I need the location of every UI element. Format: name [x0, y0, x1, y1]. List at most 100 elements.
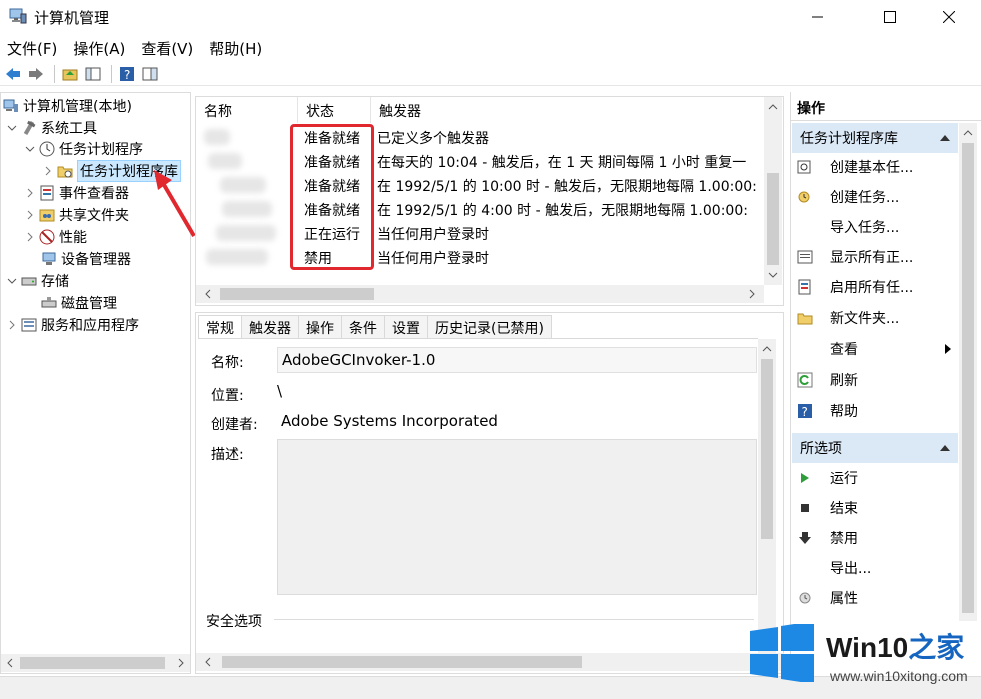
security-options-label: 安全选项 — [206, 614, 262, 630]
tree-item-storage[interactable]: 存储 — [5, 270, 69, 292]
column-header-status[interactable]: 状态 — [298, 97, 371, 123]
scroll-thumb[interactable] — [767, 173, 779, 265]
help-button[interactable]: ? — [117, 64, 137, 84]
task-list-vertical-scrollbar[interactable] — [764, 97, 782, 285]
forward-button[interactable] — [26, 64, 46, 84]
action-display-running[interactable]: 显示所有正... — [797, 246, 913, 268]
maximize-button[interactable] — [867, 0, 913, 34]
action-create-task[interactable]: 创建任务... — [797, 186, 899, 208]
chevron-down-icon[interactable] — [23, 142, 37, 156]
chevron-right-icon[interactable] — [41, 164, 55, 178]
back-button[interactable] — [3, 64, 23, 84]
tab-actions[interactable]: 操作 — [298, 315, 342, 339]
tab-settings[interactable]: 设置 — [384, 315, 428, 339]
scroll-thumb[interactable] — [962, 143, 974, 613]
tree-item-event-viewer[interactable]: 事件查看器 — [23, 182, 129, 204]
tree-item-task-scheduler-library[interactable]: 任务计划程序库 — [41, 160, 181, 182]
action-help[interactable]: ? 帮助 — [797, 400, 858, 422]
action-create-basic-task[interactable]: 创建基本任... — [797, 156, 913, 178]
action-label: 查看 — [830, 342, 858, 358]
chevron-right-icon[interactable] — [23, 186, 37, 200]
show-hide-tree-button[interactable] — [83, 64, 103, 84]
tab-general[interactable]: 常规 — [198, 315, 242, 339]
up-folder-button[interactable] — [60, 64, 80, 84]
collapse-icon[interactable] — [940, 134, 950, 141]
collapse-icon[interactable] — [940, 444, 950, 451]
task-row[interactable]: 正在运行 当任何用户登录时 — [196, 221, 766, 245]
properties-button[interactable] — [140, 64, 160, 84]
menu-file[interactable]: 文件(F) — [0, 36, 65, 60]
description-field[interactable] — [277, 439, 757, 595]
action-label: 创建任务... — [830, 190, 900, 206]
task-row[interactable]: 准备就绪 在每天的 10:04 - 触发后，在 1 天 期间每隔 1 小时 重复… — [196, 149, 766, 173]
scroll-thumb[interactable] — [761, 359, 773, 539]
details-horizontal-scrollbar[interactable] — [196, 653, 784, 671]
task-row[interactable]: 准备就绪 在 1992/5/1 的 10:00 时 - 触发后，无限期地每隔 1… — [196, 173, 766, 197]
tab-history[interactable]: 历史记录(已禁用) — [427, 315, 552, 339]
scroll-right-icon[interactable] — [744, 286, 760, 302]
minimize-button[interactable] — [795, 0, 841, 34]
menu-help[interactable]: 帮助(H) — [201, 36, 270, 60]
action-label: 显示所有正... — [830, 250, 914, 266]
action-view[interactable]: 查看 — [797, 338, 957, 360]
details-vertical-scrollbar[interactable] — [758, 339, 776, 653]
name-field[interactable]: AdobeGCInvoker-1.0 — [277, 347, 757, 373]
scroll-left-icon[interactable] — [200, 286, 216, 302]
action-export[interactable]: 导出... — [797, 557, 871, 579]
scroll-left-icon[interactable] — [200, 654, 216, 670]
performance-icon — [39, 229, 55, 245]
tree-item-device-manager[interactable]: 设备管理器 — [41, 248, 131, 270]
task-row[interactable]: 准备就绪 已定义多个触发器 — [196, 125, 766, 149]
task-list-horizontal-scrollbar[interactable] — [196, 285, 764, 303]
chevron-right-icon[interactable] — [5, 318, 19, 332]
actions-group-task-library[interactable]: 任务计划程序库 — [792, 123, 958, 153]
tree-item-performance[interactable]: 性能 — [23, 226, 87, 248]
tree-horizontal-scrollbar[interactable] — [1, 654, 190, 672]
task-row[interactable]: 准备就绪 在 1992/5/1 的 4:00 时 - 触发后，无限期地每隔 1.… — [196, 197, 766, 221]
tree-item-shared-folders[interactable]: 共享文件夹 — [23, 204, 129, 226]
tree-label: 存储 — [41, 274, 69, 290]
action-refresh[interactable]: 刷新 — [797, 369, 858, 391]
menu-action[interactable]: 操作(A) — [65, 36, 133, 60]
menu-view[interactable]: 查看(V) — [133, 36, 201, 60]
scroll-thumb[interactable] — [220, 288, 374, 300]
action-disable[interactable]: 禁用 — [797, 527, 858, 549]
chevron-right-icon[interactable] — [23, 230, 37, 244]
tree-item-disk-management[interactable]: 磁盘管理 — [41, 292, 117, 314]
chevron-down-icon[interactable] — [5, 274, 19, 288]
scroll-up-icon[interactable] — [960, 125, 976, 141]
scroll-right-icon[interactable] — [173, 655, 189, 671]
tab-conditions[interactable]: 条件 — [341, 315, 385, 339]
scroll-thumb[interactable] — [20, 657, 165, 669]
task-status: 正在运行 — [304, 227, 360, 243]
actions-vertical-scrollbar[interactable] — [959, 123, 977, 621]
task-name-blurred — [202, 127, 290, 147]
chevron-right-icon[interactable] — [23, 208, 37, 222]
action-run[interactable]: 运行 — [797, 467, 858, 489]
tab-triggers[interactable]: 触发器 — [241, 315, 299, 339]
scroll-up-icon[interactable] — [765, 99, 781, 115]
scroll-down-icon[interactable] — [765, 267, 781, 283]
action-properties[interactable]: 属性 — [797, 587, 858, 609]
tree-item-system-tools[interactable]: 系统工具 — [5, 117, 97, 139]
tree-item-computer-management[interactable]: 计算机管理(本地) — [3, 95, 132, 117]
column-header-trigger[interactable]: 触发器 — [371, 97, 766, 123]
chevron-down-icon[interactable] — [5, 121, 19, 135]
action-end[interactable]: 结束 — [797, 497, 858, 519]
action-new-folder[interactable]: 新文件夹... — [797, 307, 899, 329]
create-task-icon — [797, 189, 813, 205]
scroll-thumb[interactable] — [222, 656, 582, 668]
scroll-left-icon[interactable] — [2, 655, 18, 671]
action-label: 创建基本任... — [830, 160, 914, 176]
column-header-name[interactable]: 名称 — [196, 97, 298, 123]
scroll-up-icon[interactable] — [759, 341, 775, 357]
task-row[interactable]: 禁用 当任何用户登录时 — [196, 245, 766, 269]
actions-group-selected-item[interactable]: 所选项 — [792, 433, 958, 463]
action-import-task[interactable]: 导入任务... — [797, 216, 899, 238]
close-button[interactable] — [926, 0, 972, 34]
tree-item-task-scheduler[interactable]: 任务计划程序 — [23, 138, 143, 160]
action-enable-all[interactable]: 启用所有任... — [797, 276, 913, 298]
tree-item-services-and-applications[interactable]: 服务和应用程序 — [5, 314, 139, 336]
action-label: 导入任务... — [830, 220, 900, 236]
task-name-blurred — [202, 223, 290, 243]
